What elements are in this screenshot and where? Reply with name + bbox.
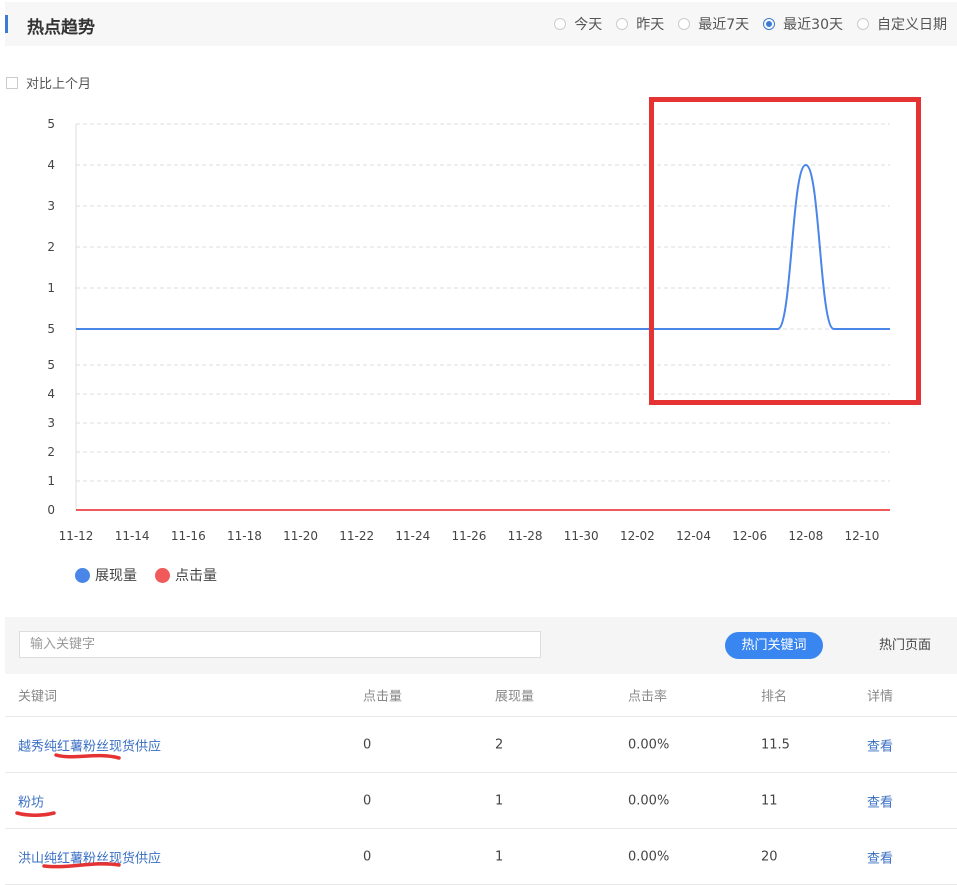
page-title: 热点趋势: [27, 18, 95, 38]
chart-legend: 展现量 点击量: [75, 565, 235, 585]
keyword-search-input[interactable]: [19, 631, 541, 658]
x-tick-label: 12-08: [788, 529, 823, 543]
keyword-toolbar: 热门关键词 热门页面: [5, 617, 957, 674]
compare-last-month[interactable]: 对比上个月: [6, 73, 91, 92]
rank-value: 11.5: [761, 737, 790, 752]
y-tick-label: 5: [47, 322, 55, 336]
x-tick-label: 11-12: [59, 529, 94, 543]
y-tick-label: 4: [47, 158, 55, 172]
ctr-value: 0.00%: [628, 849, 670, 864]
view-detail-link[interactable]: 查看: [867, 847, 893, 866]
keyword-table: 关键词 点击量 展现量 点击率 排名 详情 越秀纯红薯粉丝现货供应 0 2 0.…: [5, 674, 957, 885]
clicks-value: 0: [363, 793, 372, 808]
radio-icon[interactable]: [554, 18, 567, 30]
impressions-value: 1: [495, 849, 504, 864]
legend-label: 展现量: [95, 568, 137, 584]
range-option-yesterday[interactable]: 昨天: [616, 14, 664, 34]
range-option-custom-date[interactable]: 自定义日期: [857, 14, 947, 34]
clicks-value: 0: [363, 737, 372, 752]
rank-value: 20: [761, 849, 778, 864]
view-detail-link[interactable]: 查看: [867, 791, 893, 810]
column-header-impressions: 展现量: [495, 689, 535, 705]
impressions-value: 2: [495, 737, 504, 752]
table-header-row: 关键词 点击量 展现量 点击率 排名 详情: [5, 674, 957, 717]
y-tick-label: 3: [47, 416, 55, 430]
title-accent-bar: [5, 15, 8, 33]
range-option-label: 自定义日期: [877, 17, 947, 33]
range-option-label: 昨天: [636, 17, 665, 33]
range-option-label: 今天: [574, 17, 603, 33]
section-header: 热点趋势 今天 昨天 最近7天 最近30天 自定义日期: [5, 2, 957, 46]
x-tick-label: 11-22: [339, 529, 374, 543]
x-tick-label: 11-18: [227, 529, 262, 543]
x-tick-label: 12-10: [844, 529, 879, 543]
clicks-value: 0: [363, 849, 372, 864]
keyword-link[interactable]: 越秀纯红薯粉丝现货供应: [18, 735, 161, 754]
column-header-rank: 排名: [761, 689, 788, 705]
y-tick-label: 1: [47, 281, 55, 295]
radio-icon[interactable]: [678, 18, 691, 30]
rank-value: 11: [761, 793, 778, 808]
legend-label: 点击量: [175, 568, 217, 584]
view-detail-link[interactable]: 查看: [867, 735, 893, 754]
legend-dot-icon: [75, 567, 90, 583]
x-tick-label: 12-04: [676, 529, 711, 543]
column-header-keyword: 关键词: [18, 689, 58, 705]
compare-label: 对比上个月: [26, 77, 92, 92]
x-tick-label: 12-02: [620, 529, 655, 543]
tab-hot-pages[interactable]: 热门页面: [865, 632, 945, 659]
y-tick-label: 3: [47, 199, 55, 213]
keyword-link[interactable]: 洪山纯红薯粉丝现货供应: [18, 847, 161, 866]
ctr-value: 0.00%: [628, 793, 670, 808]
y-tick-label: 5: [47, 117, 55, 131]
y-tick-label: 2: [47, 240, 55, 254]
x-tick-label: 11-20: [283, 529, 318, 543]
y-tick-label: 4: [47, 387, 55, 401]
table-row: 粉坊 0 1 0.00% 11 查看: [5, 773, 957, 829]
range-option-label: 最近30天: [783, 17, 843, 33]
column-header-clicks: 点击量: [363, 689, 403, 705]
x-tick-label: 11-14: [115, 529, 150, 543]
range-option-last-30-days[interactable]: 最近30天: [763, 14, 843, 34]
tab-hot-keywords[interactable]: 热门关键词: [725, 632, 823, 659]
trend-chart: 5 4 3 2 1 5 5 4 3 2 1 0 11-12 11-14 11-16 11-18 11-20 11-…: [47, 117, 890, 543]
range-option-label: 最近7天: [698, 17, 750, 33]
legend-dot-icon: [155, 567, 170, 583]
date-range-selector: 今天 昨天 最近7天 最近30天 自定义日期: [540, 14, 947, 34]
y-tick-label: 5: [47, 358, 55, 372]
x-tick-label: 12-06: [732, 529, 767, 543]
radio-icon[interactable]: [616, 18, 629, 30]
impressions-value: 1: [495, 793, 504, 808]
radio-icon[interactable]: [857, 18, 869, 30]
y-tick-label: 2: [47, 445, 55, 459]
table-row: 洪山纯红薯粉丝现货供应 0 1 0.00% 20 查看: [5, 829, 957, 885]
column-header-ctr: 点击率: [628, 689, 668, 705]
column-header-detail: 详情: [867, 689, 894, 705]
y-tick-label: 1: [47, 474, 55, 488]
ctr-value: 0.00%: [628, 737, 670, 752]
table-row: 越秀纯红薯粉丝现货供应 0 2 0.00% 11.5 查看: [5, 717, 957, 773]
radio-checked-icon[interactable]: [763, 18, 776, 30]
legend-item-clicks[interactable]: 点击量: [155, 565, 217, 585]
range-option-today[interactable]: 今天: [554, 14, 602, 34]
checkbox-icon[interactable]: [6, 76, 18, 89]
x-tick-label: 11-30: [564, 529, 599, 543]
x-tick-label: 11-26: [452, 529, 487, 543]
x-tick-label: 11-16: [171, 529, 206, 543]
x-tick-label: 11-24: [395, 529, 430, 543]
range-option-last-7-days[interactable]: 最近7天: [678, 14, 749, 34]
y-tick-label: 0: [47, 503, 55, 517]
x-tick-label: 11-28: [508, 529, 543, 543]
legend-item-impressions[interactable]: 展现量: [75, 565, 137, 585]
keyword-link[interactable]: 粉坊: [18, 791, 44, 810]
